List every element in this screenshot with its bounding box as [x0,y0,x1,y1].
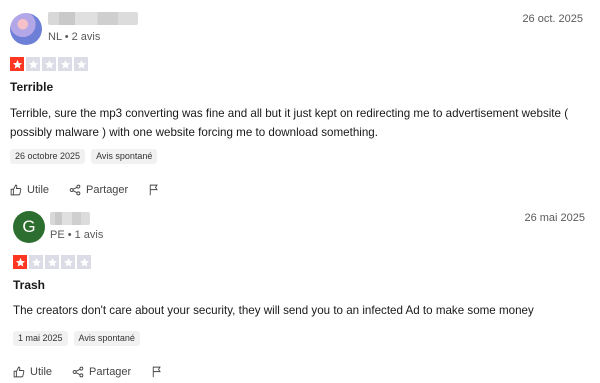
experience-date-tag: 26 octobre 2025 [10,149,86,164]
flag-icon [153,366,162,378]
share-icon [72,366,84,378]
star-icon [29,255,43,269]
report-button[interactable] [148,184,160,196]
report-button[interactable] [151,366,163,378]
review-card: NL • 2 avis 26 oct. 2025 Terrible Terrib… [0,0,600,200]
flag-icon [150,184,159,196]
review-title[interactable]: Trash [13,278,45,292]
star-icon [61,255,75,269]
share-label: Partager [89,366,132,378]
star-icon [74,57,88,71]
review-type-tag[interactable]: Avis spontané [73,331,140,346]
review-title[interactable]: Terrible [10,80,53,94]
thumbs-up-icon [13,366,25,378]
useful-label: Utile [27,184,50,196]
star-icon [42,57,56,71]
useful-button[interactable]: Utile [13,366,52,378]
star-icon [26,57,40,71]
review-card: G PE • 1 avis 26 mai 2025 Trash The crea… [0,200,600,383]
avatar-initial: G [22,217,36,236]
star-icon [77,255,91,269]
review-actions: Utile Partager [10,184,180,196]
review-tags: 1 mai 2025 Avis spontané [13,331,140,346]
review-actions: Utile Partager [13,366,183,378]
avatar[interactable]: G [13,211,45,243]
reviewer-name-redacted[interactable] [50,212,90,225]
thumbs-up-icon [10,184,22,196]
review-date: 26 mai 2025 [524,212,585,224]
useful-button[interactable]: Utile [10,184,49,196]
star-icon [58,57,72,71]
useful-label: Utile [30,366,53,378]
review-tags: 26 octobre 2025 Avis spontané [10,149,158,164]
share-icon [69,184,81,196]
share-button[interactable]: Partager [72,366,131,378]
star-icon [10,57,24,71]
review-date: 26 oct. 2025 [522,13,583,25]
avatar[interactable] [10,13,42,45]
star-icon [45,255,59,269]
reviewer-name-redacted[interactable] [48,12,138,25]
experience-date-tag: 1 mai 2025 [13,331,68,346]
star-rating [13,255,91,269]
review-body: Terrible, sure the mp3 converting was fi… [10,107,569,139]
review-body: The creators don't care about your secur… [13,304,534,317]
share-label: Partager [86,184,129,196]
star-rating [10,57,88,71]
review-type-tag[interactable]: Avis spontané [91,149,158,164]
star-icon [13,255,27,269]
reviewer-meta: PE • 1 avis [50,229,104,241]
reviewer-meta: NL • 2 avis [48,31,101,43]
share-button[interactable]: Partager [69,184,128,196]
